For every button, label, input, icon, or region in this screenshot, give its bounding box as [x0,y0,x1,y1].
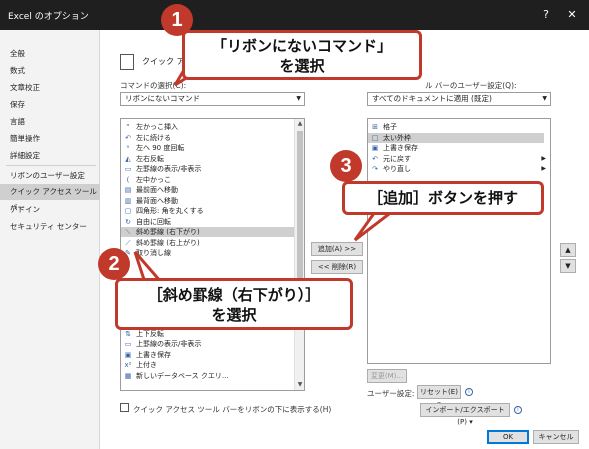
step-badge-1: 1 [161,4,193,36]
callout-3-line1: ［追加］ボタンを押す [367,189,518,207]
callout-2: ［斜め罫線（右下がり）］ を選択 [115,278,353,330]
callout-1-line2: を選択 [279,57,325,75]
callout-3: ［追加］ボタンを押す [342,181,544,215]
callout-2-line1: ［斜め罫線（右下がり）］ [147,286,321,304]
callout-2-line2: を選択 [211,306,257,324]
step-badge-2: 2 [98,248,130,280]
callout-1: 「リボンにないコマンド」 を選択 [182,30,422,80]
step-badge-3: 3 [330,150,362,182]
callout-1-line1: 「リボンにないコマンド」 [211,37,392,55]
